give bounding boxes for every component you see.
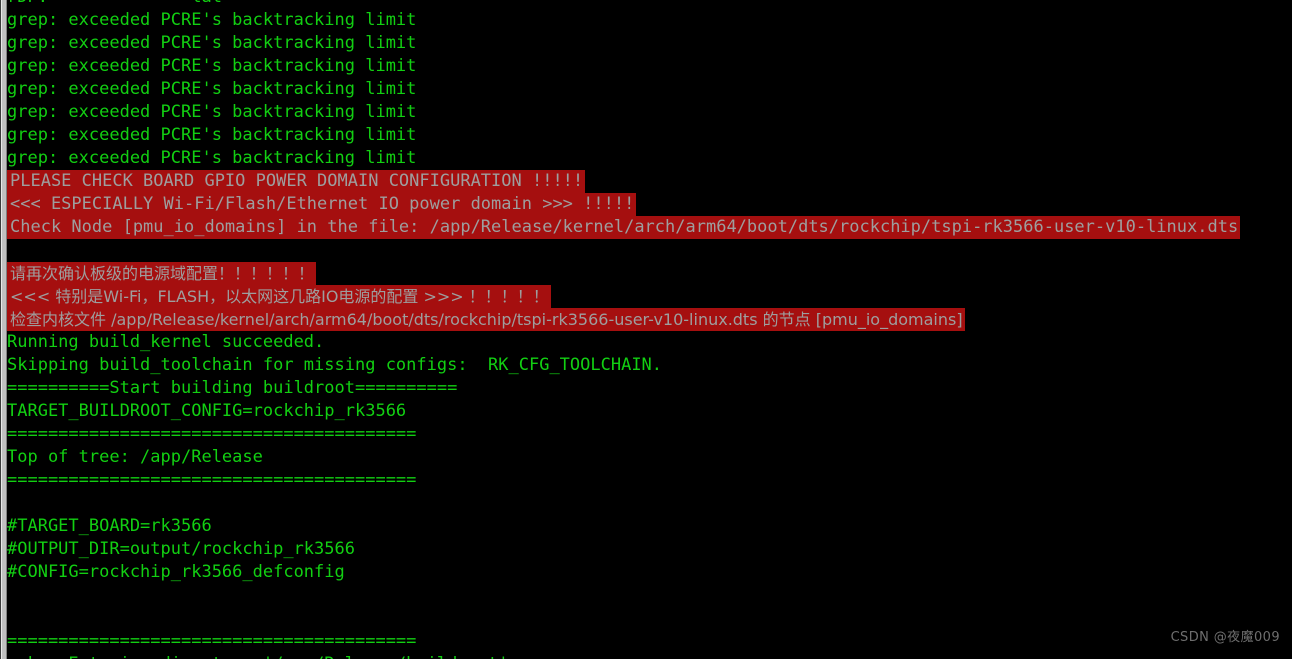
terminal-line-clipped-top: rDP: lat — [7, 0, 1292, 9]
terminal-line: Running build_kernel succeeded. — [7, 332, 325, 352]
terminal-line: ==========Start building buildroot======… — [7, 378, 458, 398]
terminal-line: grep: exceeded PCRE's backtracking limit — [7, 33, 417, 53]
terminal-line: grep: exceeded PCRE's backtracking limit — [7, 125, 417, 145]
terminal-warning-line: Check Node [pmu_io_domains] in the file:… — [7, 216, 1292, 239]
terminal-line-text: rDP: lat — [7, 0, 222, 9]
terminal-line: ======================================== — [7, 631, 417, 651]
terminal-line: make: Entering directory '/app/Release/b… — [7, 653, 1292, 659]
csdn-watermark: CSDN @夜魔009 — [1170, 630, 1280, 645]
terminal-line-text: Check Node [pmu_io_domains] in the file:… — [7, 216, 1241, 239]
terminal-line: grep: exceeded PCRE's backtracking limit — [7, 56, 417, 76]
terminal-output-area[interactable]: rDP: lat grep: exceeded PCRE's backtrack… — [7, 0, 1292, 659]
terminal-warning-line: 请再次确认板级的电源域配置！！！！！！ — [7, 262, 1292, 285]
terminal-warning-line: 检查内核文件 /app/Release/kernel/arch/arm64/bo… — [7, 308, 1292, 331]
terminal-warning-line: <<< ESPECIALLY Wi-Fi/Flash/Ethernet IO p… — [7, 193, 1292, 216]
terminal-line-text: <<< ESPECIALLY Wi-Fi/Flash/Ethernet IO p… — [7, 193, 637, 216]
terminal-line: TARGET_BUILDROOT_CONFIG=rockchip_rk3566 — [7, 401, 407, 421]
terminal-line: Top of tree: /app/Release — [7, 447, 263, 467]
terminal-line: grep: exceeded PCRE's backtracking limit — [7, 10, 417, 30]
vertical-scrollbar[interactable] — [0, 0, 7, 659]
terminal-warning-line: PLEASE CHECK BOARD GPIO POWER DOMAIN CON… — [7, 170, 1292, 193]
terminal-line: grep: exceeded PCRE's backtracking limit — [7, 79, 417, 99]
terminal-warning-line: <<< 特别是Wi-Fi，FLASH，以太网这几路IO电源的配置 >>> ！！！… — [7, 285, 1292, 308]
terminal-line: grep: exceeded PCRE's backtracking limit — [7, 102, 417, 122]
terminal-line: ======================================== — [7, 424, 417, 444]
terminal-line: #CONFIG=rockchip_rk3566_defconfig — [7, 562, 345, 582]
terminal-line: grep: exceeded PCRE's backtracking limit — [7, 148, 417, 168]
terminal-line-text: <<< 特别是Wi-Fi，FLASH，以太网这几路IO电源的配置 >>> ！！！… — [7, 285, 551, 308]
terminal-line: #OUTPUT_DIR=output/rockchip_rk3566 — [7, 539, 355, 559]
terminal-line-text: 请再次确认板级的电源域配置！！！！！！ — [7, 262, 317, 285]
terminal-line: #TARGET_BOARD=rk3566 — [7, 516, 212, 536]
terminal-line-text: PLEASE CHECK BOARD GPIO POWER DOMAIN CON… — [7, 170, 586, 193]
terminal-line: Skipping build_toolchain for missing con… — [7, 355, 663, 375]
terminal-window: rDP: lat grep: exceeded PCRE's backtrack… — [0, 0, 1292, 659]
terminal-line-text: 检查内核文件 /app/Release/kernel/arch/arm64/bo… — [7, 308, 965, 331]
terminal-line-list: grep: exceeded PCRE's backtracking limit… — [7, 9, 1292, 659]
terminal-line: ======================================== — [7, 470, 417, 490]
